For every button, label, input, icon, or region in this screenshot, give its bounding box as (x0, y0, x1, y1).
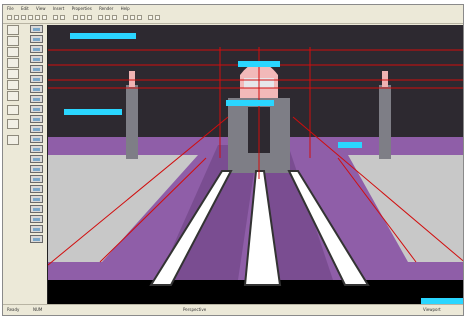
undo-icon[interactable] (53, 15, 58, 20)
scene-label-4[interactable] (64, 109, 122, 115)
palette-swatch[interactable] (30, 75, 43, 83)
left-pillar-top (129, 71, 135, 87)
help-icon[interactable] (155, 15, 160, 20)
menu-insert[interactable]: Insert (53, 6, 64, 11)
menu-edit[interactable]: Edit (21, 6, 29, 11)
palette-swatch[interactable] (30, 35, 43, 43)
left-pillar (126, 85, 138, 159)
paste-icon[interactable] (42, 15, 47, 20)
menu-file[interactable]: File (7, 6, 14, 11)
camera-icon[interactable] (123, 15, 128, 20)
palette-swatch[interactable] (30, 165, 43, 173)
grid-icon[interactable] (98, 15, 103, 20)
menu-view[interactable]: View (36, 6, 46, 11)
palette-swatch[interactable] (30, 55, 43, 63)
palette-swatch[interactable] (30, 195, 43, 203)
open-folder-icon[interactable] (14, 15, 19, 20)
menu-render[interactable]: Render (99, 6, 113, 11)
palette-swatch[interactable] (30, 65, 43, 73)
scene-label-3[interactable] (226, 100, 274, 106)
zoom-out-icon[interactable] (80, 15, 85, 20)
right-pillar (379, 85, 391, 159)
palette-swatch[interactable] (30, 145, 43, 153)
palette-swatch[interactable] (30, 215, 43, 223)
settings-icon[interactable] (148, 15, 153, 20)
palette-swatch[interactable] (30, 155, 43, 163)
palette-swatch[interactable] (30, 25, 43, 33)
cut-icon[interactable] (28, 15, 33, 20)
text-tool-icon[interactable] (7, 135, 19, 145)
pen-tool-icon[interactable] (7, 91, 19, 101)
left-toolbox (6, 25, 20, 153)
save-icon[interactable] (21, 15, 26, 20)
move-tool-icon[interactable] (7, 36, 19, 46)
palette-swatch[interactable] (30, 205, 43, 213)
snap-icon[interactable] (105, 15, 110, 20)
menu-bar: File Edit View Insert Properties Render … (3, 5, 463, 13)
status-center: Perspective (183, 307, 207, 312)
palette-swatch[interactable] (30, 235, 43, 243)
zoom-in-icon[interactable] (73, 15, 78, 20)
palette-swatch[interactable] (30, 125, 43, 133)
rotate-tool-icon[interactable] (7, 47, 19, 57)
palette-swatch[interactable] (30, 135, 43, 143)
light-icon[interactable] (130, 15, 135, 20)
toolbar (3, 13, 463, 24)
scene-label-2[interactable] (238, 61, 280, 67)
scene-label-1[interactable] (70, 33, 136, 39)
line-tool-icon[interactable] (7, 69, 19, 79)
scene-canvas (48, 25, 463, 315)
scale-tool-icon[interactable] (7, 58, 19, 68)
status-mid: NUM (33, 307, 43, 312)
fit-view-icon[interactable] (87, 15, 92, 20)
material-palette (29, 25, 45, 269)
circle-tool-icon[interactable] (7, 80, 19, 90)
redo-icon[interactable] (60, 15, 65, 20)
paint-tool-icon[interactable] (7, 119, 19, 129)
palette-swatch[interactable] (30, 85, 43, 93)
select-tool-icon[interactable] (7, 25, 19, 35)
palette-swatch[interactable] (30, 225, 43, 233)
right-pillar-top (382, 71, 388, 87)
palette-swatch[interactable] (30, 185, 43, 193)
app-window: File Edit View Insert Properties Render … (2, 4, 464, 316)
palette-swatch[interactable] (30, 105, 43, 113)
copy-icon[interactable] (35, 15, 40, 20)
palette-swatch[interactable] (30, 115, 43, 123)
scene-label-5[interactable] (338, 142, 362, 148)
measure-tool-icon[interactable] (7, 105, 19, 115)
layers-icon[interactable] (112, 15, 117, 20)
3d-viewport[interactable] (47, 25, 463, 315)
palette-swatch[interactable] (30, 95, 43, 103)
status-bar: Ready NUM Perspective Viewport (3, 304, 463, 315)
render-icon[interactable] (137, 15, 142, 20)
status-left: Ready (7, 307, 20, 312)
status-right: Viewport (423, 307, 441, 312)
palette-swatch[interactable] (30, 175, 43, 183)
palette-swatch[interactable] (30, 45, 43, 53)
menu-properties[interactable]: Properties (72, 6, 92, 11)
menu-help[interactable]: Help (121, 6, 130, 11)
new-file-icon[interactable] (7, 15, 12, 20)
